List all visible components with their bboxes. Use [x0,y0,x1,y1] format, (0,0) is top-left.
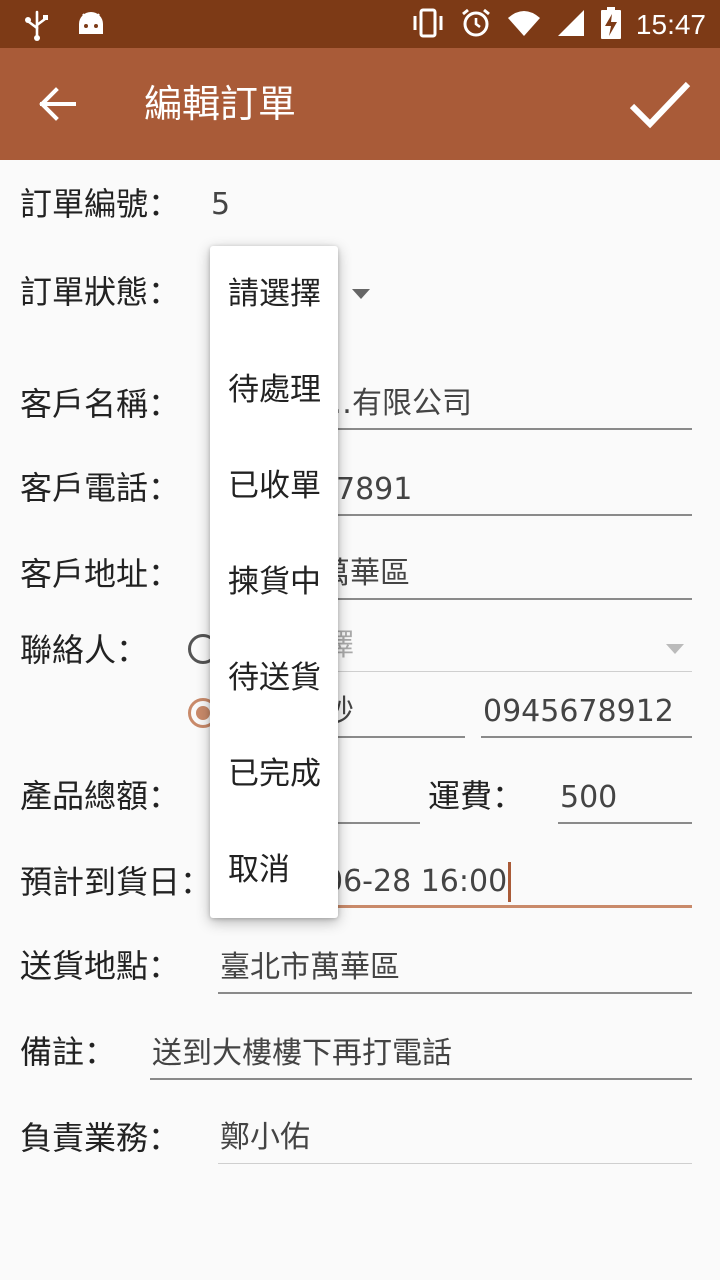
order-status-dropdown: 請選擇 待處理 已收單 揀貨中 待送貨 已完成 取消 [210,246,338,918]
salesperson-field: 鄭小佑 [218,1118,692,1164]
order-number-label: 訂單編號： [20,185,181,223]
page-title: 編輯訂單 [144,82,297,126]
order-number-value: 5 [211,187,231,222]
contact-label: 聯絡人： [20,631,149,669]
vibrate-icon [410,7,446,43]
confirm-button[interactable] [626,70,694,138]
status-option-cancel[interactable]: 取消 [210,822,338,918]
estimated-delivery-value: 06-28 16:00 [324,864,508,899]
status-option-pending[interactable]: 待處理 [210,342,338,438]
estimated-delivery-label: 預計到貨日： [20,863,213,901]
clock: 15:47 [635,9,706,40]
shipping-fee-field[interactable]: 500 [558,778,692,824]
app-bar: 編輯訂單 [0,48,720,160]
battery-charging-icon [600,6,622,44]
delivery-location-field[interactable]: 臺北市萬華區 [218,948,692,994]
shipping-fee-label: 運費： [428,777,525,815]
wifi-icon [506,8,542,42]
notes-label: 備註： [20,1033,117,1071]
status-option-picking[interactable]: 揀貨中 [210,534,338,630]
salesperson-label: 負責業務： [20,1119,181,1157]
status-bar: 15:47 [0,0,720,48]
back-button[interactable] [32,78,84,130]
status-option-received[interactable]: 已收單 [210,438,338,534]
product-total-label: 產品總額： [20,777,181,815]
signal-icon [556,8,586,42]
customer-phone-label: 客戶電話： [20,469,181,507]
contact-phone-field[interactable]: 0945678912 [481,692,692,738]
usb-icon [22,8,52,46]
notes-field[interactable]: 送到大樓樓下再打電話 [150,1034,692,1080]
status-option-please-select[interactable]: 請選擇 [210,246,338,342]
order-status-label: 訂單狀態： [20,273,181,311]
status-option-completed[interactable]: 已完成 [210,726,338,822]
delivery-location-label: 送貨地點： [20,947,181,985]
status-option-awaiting-delivery[interactable]: 待送貨 [210,630,338,726]
customer-name-label: 客戶名稱： [20,385,181,423]
chevron-down-icon [666,644,684,654]
arrow-back-icon [39,87,76,121]
android-icon [76,8,106,46]
chevron-down-icon [352,289,370,299]
alarm-icon [460,7,492,43]
text-cursor [508,862,512,902]
customer-address-label: 客戶地址： [20,555,181,593]
check-icon [629,81,691,129]
